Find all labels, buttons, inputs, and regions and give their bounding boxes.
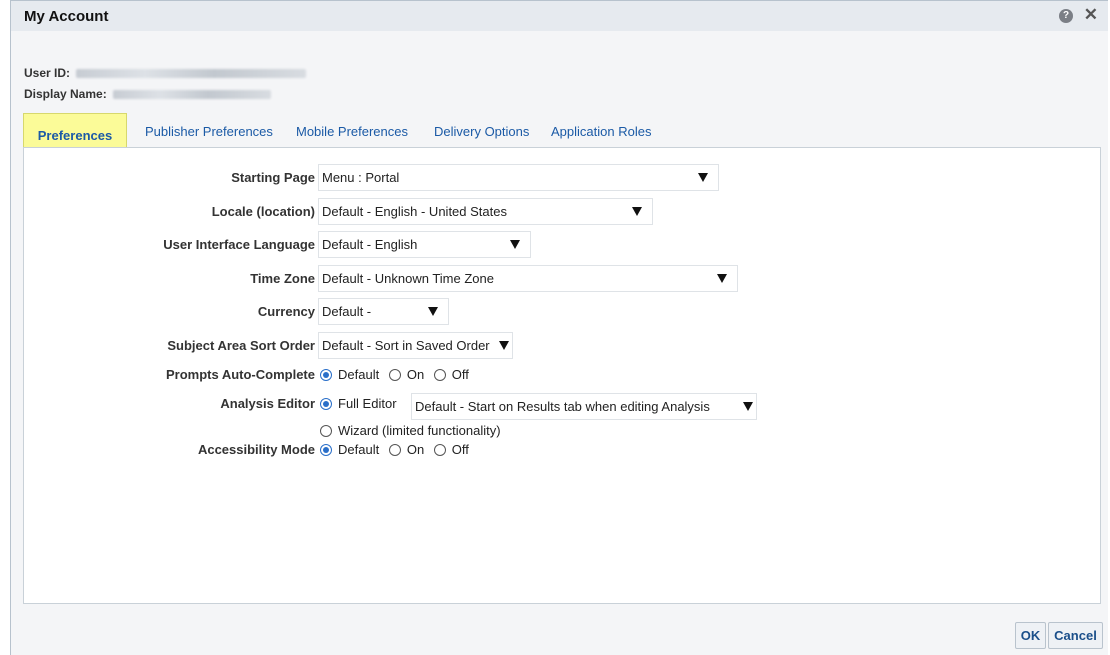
accessibility-off-label: Off [451, 442, 469, 457]
accessibility-default-label: Default [338, 442, 380, 457]
user-id-redacted [76, 69, 307, 79]
prompts-on-label: On [406, 367, 425, 382]
sort-order-value: Default - Sort in Saved Order [322, 338, 490, 353]
ok-button[interactable]: OK [1015, 622, 1046, 649]
accessibility-mode-radios: Default On Off [320, 442, 475, 457]
prompts-off-label: Off [451, 367, 469, 382]
accessibility-on-radio[interactable] [388, 444, 401, 456]
full-editor-label: Full Editor [338, 396, 397, 411]
close-icon[interactable]: ✕ [1084, 5, 1098, 25]
tab-mobile-preferences[interactable]: Mobile Preferences [296, 124, 408, 139]
locale-select[interactable]: Default - English - United States [318, 198, 653, 225]
ui-language-select[interactable]: Default - English [318, 231, 531, 258]
currency-label: Currency [257, 304, 315, 319]
accessibility-on-label: On [406, 442, 425, 457]
my-account-dialog: My Account ? ✕ User ID: Display Name: Pr… [10, 0, 1108, 655]
wizard-label: Wizard (limited functionality) [338, 423, 501, 438]
dropdown-arrow-icon [632, 207, 642, 216]
starting-page-select[interactable]: Menu : Portal [318, 164, 719, 191]
currency-value: Default - [322, 304, 372, 319]
accessibility-mode-label: Accessibility Mode [197, 442, 315, 457]
prompts-autocomplete-radios: Default On Off [320, 367, 475, 382]
analysis-editor-wizard-option: Wizard (limited functionality) [320, 423, 501, 438]
tab-application-roles[interactable]: Application Roles [551, 124, 651, 139]
tab-delivery-options[interactable]: Delivery Options [434, 124, 529, 139]
prompts-autocomplete-label: Prompts Auto-Complete [165, 367, 315, 382]
time-zone-value: Default - Unknown Time Zone [322, 271, 494, 286]
accessibility-default-radio[interactable] [320, 444, 332, 456]
currency-select[interactable]: Default - [318, 298, 449, 325]
prompts-on-radio[interactable] [388, 369, 401, 381]
accessibility-off-radio[interactable] [433, 444, 446, 456]
starting-page-label: Starting Page [231, 170, 315, 185]
full-editor-radio[interactable] [320, 398, 332, 410]
display-name-redacted [113, 90, 272, 100]
cancel-button[interactable]: Cancel [1048, 622, 1103, 649]
time-zone-select[interactable]: Default - Unknown Time Zone [318, 265, 738, 292]
dropdown-arrow-icon [499, 341, 509, 350]
sort-order-select[interactable]: Default - Sort in Saved Order [318, 332, 513, 359]
dropdown-arrow-icon [698, 173, 708, 182]
display-name-label: Display Name: [24, 87, 107, 101]
prompts-default-label: Default [338, 367, 380, 382]
dropdown-arrow-icon [717, 274, 727, 283]
locale-label: Locale (location) [211, 204, 315, 219]
help-icon[interactable]: ? [1059, 9, 1073, 23]
dropdown-arrow-icon [743, 402, 753, 411]
user-id-line: User ID: [24, 66, 307, 80]
dialog-title: My Account [24, 8, 109, 25]
tab-publisher-preferences[interactable]: Publisher Preferences [145, 124, 273, 139]
sort-order-label: Subject Area Sort Order [167, 338, 315, 353]
dropdown-arrow-icon [510, 240, 520, 249]
prompts-off-radio[interactable] [433, 369, 446, 381]
wizard-radio[interactable] [320, 425, 332, 437]
time-zone-label: Time Zone [250, 271, 315, 286]
dialog-titlebar: My Account ? ✕ [11, 1, 1108, 31]
analysis-editor-label: Analysis Editor [220, 396, 315, 411]
preferences-panel: Starting Page Menu : Portal Locale (loca… [23, 147, 1101, 604]
analysis-editor-full-option: Full Editor [320, 396, 397, 411]
starting-page-value: Menu : Portal [322, 170, 400, 185]
dropdown-arrow-icon [428, 307, 438, 316]
analysis-editor-value: Default - Start on Results tab when edit… [415, 399, 710, 414]
ui-language-label: User Interface Language [163, 237, 315, 252]
analysis-editor-select[interactable]: Default - Start on Results tab when edit… [411, 393, 757, 420]
user-id-label: User ID: [24, 66, 71, 80]
prompts-default-radio[interactable] [320, 369, 332, 381]
display-name-line: Display Name: [24, 87, 272, 101]
ui-language-value: Default - English [322, 237, 418, 252]
locale-value: Default - English - United States [322, 204, 507, 219]
tab-preferences-label: Preferences [35, 128, 115, 149]
